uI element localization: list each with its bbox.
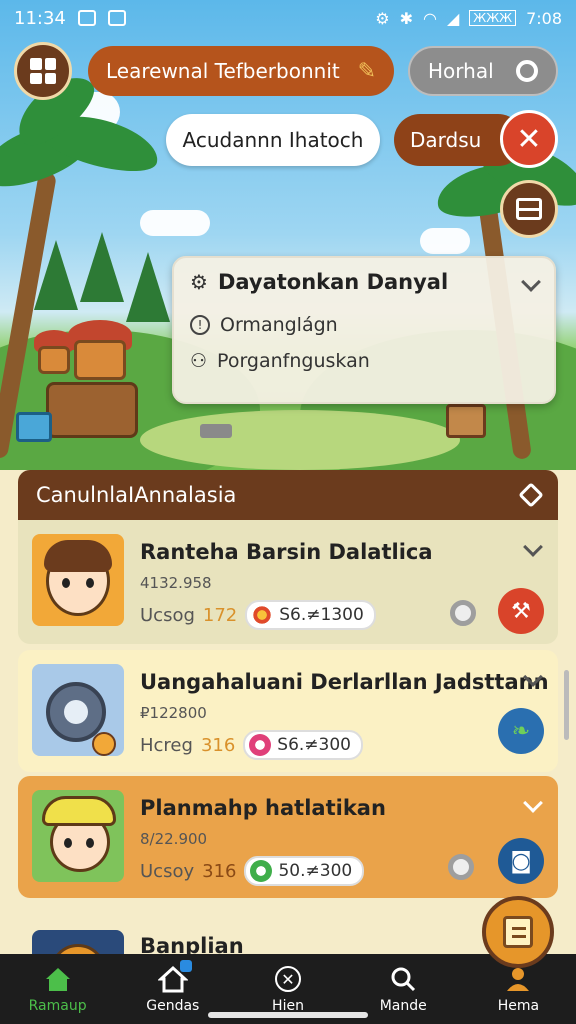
diamond-icon[interactable]: [518, 482, 544, 508]
hint-pill[interactable]: Acudannn Ihatoch: [166, 114, 380, 166]
compose-fab[interactable]: [482, 896, 554, 968]
hammer-icon: ⚒: [511, 598, 531, 624]
item-title: Banplian: [140, 934, 244, 954]
scrollbar[interactable]: [564, 670, 569, 740]
list-header-title: CanulnlaIAnnalasia: [36, 483, 237, 507]
right-pill-button[interactable]: Horhal: [408, 46, 558, 96]
item-title: Planmahp hatlatikan: [140, 796, 386, 820]
hint-pill-label: Acudannn Ihatoch: [182, 128, 364, 152]
home-indicator[interactable]: [208, 1012, 368, 1018]
dropdown-option[interactable]: ! Ormanglágn: [190, 314, 538, 336]
grid-menu-icon: [30, 58, 56, 84]
search-icon: [516, 60, 538, 82]
price-badge: 50.≠300: [244, 856, 365, 886]
notification-icon: [77, 10, 96, 26]
wifi-icon: ◠: [423, 8, 437, 28]
chevron-down-icon[interactable]: [523, 793, 543, 813]
close-button[interactable]: ✕: [500, 110, 558, 168]
nav-label: Hema: [497, 998, 540, 1014]
signal-icon: ◢: [446, 8, 460, 28]
status-clock: 7:08: [526, 8, 562, 28]
list-item[interactable]: Planmahp hatlatikan 8/22.900 Ucsoy 316 5…: [18, 776, 558, 898]
price-value: S6.≠1300: [279, 605, 364, 625]
item-meta-value: 316: [202, 860, 237, 882]
item-meta: Ucsog 172 S6.≠1300: [140, 600, 376, 630]
avatar: [32, 664, 124, 756]
list-panel: CanulnlaIAnnalasia Ranteha Barsin Dalatl…: [0, 470, 576, 954]
leaf-icon: ❧: [511, 718, 531, 744]
nav-label: Ramaup: [28, 998, 87, 1014]
status-ring-icon: [450, 600, 476, 626]
menu-button[interactable]: [14, 42, 72, 100]
item-subtitle: 4132.958: [140, 574, 212, 592]
dismiss-pill-label: Dardsu: [410, 128, 482, 152]
list-item[interactable]: Ranteha Barsin Dalatlica 4132.958 Ucsog …: [18, 520, 558, 644]
item-subtitle: ₽122800: [140, 704, 207, 722]
close-icon: ✕: [516, 121, 542, 157]
nav-label: Gendas: [146, 998, 200, 1014]
info-icon: !: [190, 315, 210, 335]
coin-icon: [251, 604, 274, 626]
item-title: Uangahaluani Derlarllan Jadsttann: [140, 670, 549, 694]
status-time: 11:34: [14, 7, 66, 29]
action-button[interactable]: ◙: [498, 838, 544, 884]
battery-icon: ЖЖЖ: [469, 10, 517, 26]
link-icon: ⚇: [190, 350, 208, 372]
item-title: Ranteha Barsin Dalatlica: [140, 540, 433, 564]
edit-note-icon: [503, 916, 533, 948]
coin-icon: [250, 860, 273, 882]
nav-item-home[interactable]: Ramaup: [0, 954, 115, 1024]
price-badge: S6.≠1300: [245, 600, 376, 630]
chevron-down-icon[interactable]: [521, 272, 541, 292]
dropdown-option-label: Ormanglágn: [220, 314, 338, 336]
window-icon: [516, 198, 542, 220]
filter-dropdown[interactable]: ⚙ Dayatonkan Danyal ! Ormanglágn ⚇ Porga…: [172, 256, 556, 404]
search-icon: [388, 964, 418, 994]
dropdown-option-label: Porganfnguskan: [217, 350, 370, 372]
brush-icon: ✎: [357, 58, 376, 84]
dropdown-title: Dayatonkan Danyal: [217, 270, 449, 294]
house-badge-icon: [157, 960, 192, 994]
search-pill[interactable]: Learewnal Tefberbonnit ✎: [88, 46, 394, 96]
status-ring-icon: [448, 854, 474, 880]
item-meta: Ucsoy 316 50.≠300: [140, 856, 365, 886]
price-value: S6.≠300: [277, 735, 351, 755]
close-circle-icon: ✕: [273, 964, 303, 994]
status-bar: 11:34 ⚙ ✱ ◠ ◢ ЖЖЖ 7:08: [0, 0, 576, 36]
nav-label: Mande: [379, 998, 427, 1014]
right-pill-label: Horhal: [428, 59, 494, 83]
price-badge: S6.≠300: [243, 730, 363, 760]
item-meta-value: 316: [200, 734, 236, 756]
item-meta-label: Ucsoy: [140, 860, 195, 882]
home-icon: [43, 964, 73, 994]
list-item[interactable]: Uangahaluani Derlarllan Jadsttann ₽12280…: [18, 650, 558, 772]
notification-icon: [107, 10, 126, 26]
action-button[interactable]: ❧: [498, 708, 544, 754]
profile-icon: [503, 964, 533, 994]
settings-icon: ⚙: [190, 270, 208, 294]
bluetooth-icon: ✱: [399, 8, 413, 28]
chevron-down-icon[interactable]: [523, 537, 543, 557]
item-subtitle: 8/22.900: [140, 830, 208, 848]
item-meta: Hcreg 316 S6.≠300: [140, 730, 363, 760]
avatar: [32, 790, 124, 882]
camera-icon: ◙: [510, 848, 532, 874]
action-button[interactable]: ⚒: [498, 588, 544, 634]
avatar: [32, 534, 124, 626]
item-meta-label: Hcreg: [140, 734, 193, 756]
dropdown-option[interactable]: ⚇ Porganfnguskan: [190, 350, 538, 372]
avatar: [32, 930, 124, 954]
list-header: CanulnlaIAnnalasia: [18, 470, 558, 520]
alarm-icon: ⚙: [375, 8, 390, 28]
layout-button[interactable]: [500, 180, 558, 238]
item-meta-label: Ucsog: [140, 604, 195, 626]
price-value: 50.≠300: [278, 861, 353, 881]
list-item[interactable]: Banplian: [18, 916, 558, 954]
item-meta-value: 172: [202, 604, 238, 626]
coin-icon: [249, 734, 272, 756]
search-pill-label: Learewnal Tefberbonnit: [106, 59, 340, 83]
